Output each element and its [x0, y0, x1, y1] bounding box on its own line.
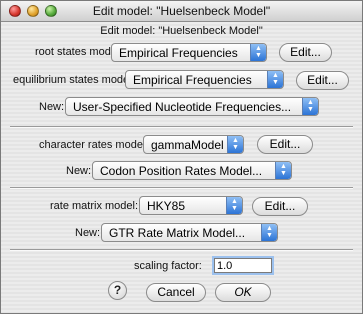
new-matrix-label: New: — [75, 227, 101, 239]
new-rates-popup[interactable]: Codon Position Rates Model... ▲ ▼ — [92, 161, 292, 180]
help-button[interactable]: ? — [108, 281, 127, 300]
cancel-button[interactable]: Cancel — [146, 283, 206, 302]
root-states-label: root states model: — [35, 46, 123, 58]
new-matrix-value: GTR Rate Matrix Model... — [109, 226, 246, 240]
new-rates-label: New: — [66, 165, 92, 177]
popup-arrows-icon: ▲ ▼ — [227, 136, 243, 153]
character-rates-edit-button[interactable]: Edit... — [257, 135, 313, 154]
popup-arrows-icon: ▲ ▼ — [275, 162, 291, 179]
root-states-value: Empirical Frequencies — [119, 46, 238, 60]
window-title: Edit model: "Huelsenbeck Model" — [92, 4, 271, 18]
rate-matrix-edit-button[interactable]: Edit... — [252, 197, 308, 216]
rate-matrix-popup[interactable]: HKY85 ▲ ▼ — [139, 196, 243, 215]
popup-arrows-icon: ▲ ▼ — [226, 197, 242, 214]
character-rates-label: character rates model: — [39, 139, 149, 151]
popup-arrows-icon: ▲ ▼ — [261, 224, 277, 241]
root-states-popup[interactable]: Empirical Frequencies ▲ ▼ — [111, 43, 267, 62]
new-frequencies-popup[interactable]: User-Specified Nucleotide Frequencies...… — [65, 97, 319, 116]
rate-matrix-value: HKY85 — [147, 199, 186, 213]
rate-matrix-label: rate matrix model: — [50, 200, 139, 212]
new-frequencies-label: New: — [39, 101, 65, 113]
new-rates-value: Codon Position Rates Model... — [100, 164, 263, 178]
equilibrium-states-popup[interactable]: Empirical Frequencies ▲ ▼ — [125, 70, 284, 89]
popup-arrows-icon: ▲ ▼ — [267, 71, 283, 88]
equilibrium-states-label: equilibrium states model: — [13, 74, 135, 86]
root-states-edit-button[interactable]: Edit... — [279, 43, 332, 62]
new-frequencies-value: User-Specified Nucleotide Frequencies... — [73, 100, 292, 114]
equilibrium-states-edit-button[interactable]: Edit... — [296, 71, 349, 90]
equilibrium-states-value: Empirical Frequencies — [133, 73, 252, 87]
ok-button[interactable]: OK — [215, 283, 271, 302]
character-rates-value: gammaModel — [151, 138, 224, 152]
dialog-body: Edit model: "Huelsenbeck Model" root sta… — [1, 22, 362, 313]
scaling-factor-label: scaling factor: — [134, 260, 202, 272]
separator — [10, 249, 353, 251]
separator — [10, 126, 353, 128]
separator — [10, 187, 353, 189]
dialog-heading: Edit model: "Huelsenbeck Model" — [100, 25, 263, 37]
title-bar[interactable]: Edit model: "Huelsenbeck Model" — [1, 1, 362, 22]
popup-arrows-icon: ▲ ▼ — [302, 98, 318, 115]
new-matrix-popup[interactable]: GTR Rate Matrix Model... ▲ ▼ — [101, 223, 278, 242]
character-rates-popup[interactable]: gammaModel ▲ ▼ — [143, 135, 244, 154]
edit-model-window: Edit model: "Huelsenbeck Model" Edit mod… — [0, 0, 363, 314]
scaling-factor-input[interactable]: 1.0 — [214, 258, 272, 273]
popup-arrows-icon: ▲ ▼ — [250, 44, 266, 61]
